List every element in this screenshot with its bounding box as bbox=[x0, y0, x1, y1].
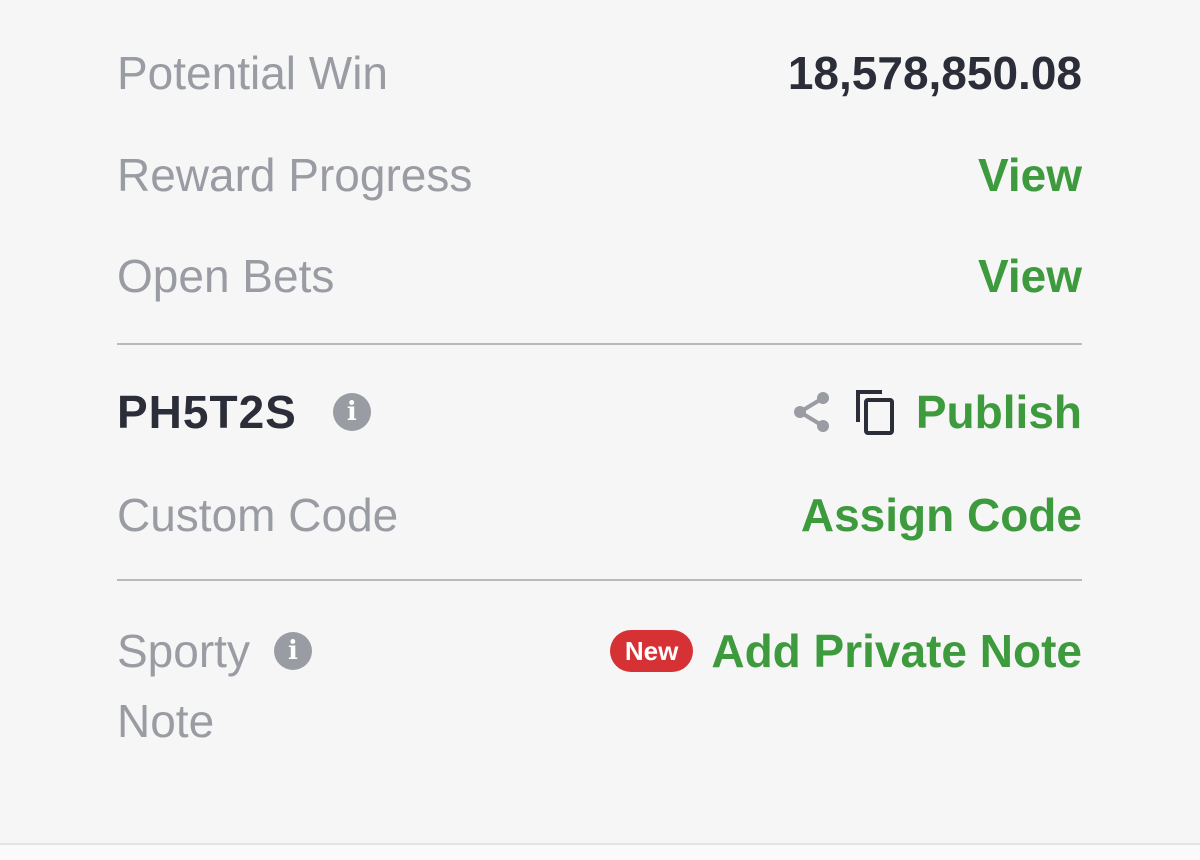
bet-summary-panel: Potential Win 18,578,850.08 Reward Progr… bbox=[0, 0, 1200, 843]
divider bbox=[117, 579, 1082, 581]
custom-code-label: Custom Code bbox=[117, 489, 399, 541]
potential-win-row: Potential Win 18,578,850.08 bbox=[117, 50, 1082, 96]
booking-code-row: PH5T2S i Publish bbox=[117, 383, 1082, 441]
custom-code-row: Custom Code Assign Code bbox=[117, 492, 1082, 538]
info-icon[interactable]: i bbox=[332, 393, 371, 431]
share-icon[interactable] bbox=[792, 390, 832, 434]
open-bets-view-link[interactable]: View bbox=[978, 253, 1082, 299]
open-bets-row: Open Bets View bbox=[117, 253, 1082, 299]
booking-code: PH5T2S bbox=[117, 386, 297, 438]
copy-icon[interactable] bbox=[854, 388, 896, 436]
sporty-note-row: Sporty i New Add Private Note bbox=[117, 626, 1082, 676]
reward-progress-label: Reward Progress bbox=[117, 149, 473, 201]
publish-link[interactable]: Publish bbox=[916, 389, 1082, 435]
booking-code-group: PH5T2S i bbox=[117, 389, 371, 435]
potential-win-value: 18,578,850.08 bbox=[787, 47, 1082, 99]
add-private-note-link[interactable]: Add Private Note bbox=[711, 628, 1082, 674]
sporty-note-label-line2: Note bbox=[117, 695, 215, 747]
assign-code-link[interactable]: Assign Code bbox=[801, 492, 1082, 538]
bottom-strip bbox=[0, 845, 1200, 860]
open-bets-label: Open Bets bbox=[117, 250, 335, 302]
sporty-note-label-line1: Sporty bbox=[117, 625, 250, 677]
reward-progress-row: Reward Progress View bbox=[117, 152, 1082, 198]
add-note-group: New Add Private Note bbox=[609, 628, 1082, 674]
info-icon[interactable]: i bbox=[273, 632, 312, 670]
booking-actions: Publish bbox=[792, 388, 1082, 436]
potential-win-label: Potential Win bbox=[117, 47, 389, 99]
sporty-note-label-group: Sporty i bbox=[117, 628, 312, 674]
reward-progress-view-link[interactable]: View bbox=[978, 152, 1082, 198]
divider bbox=[117, 343, 1082, 345]
new-badge: New bbox=[609, 630, 694, 672]
